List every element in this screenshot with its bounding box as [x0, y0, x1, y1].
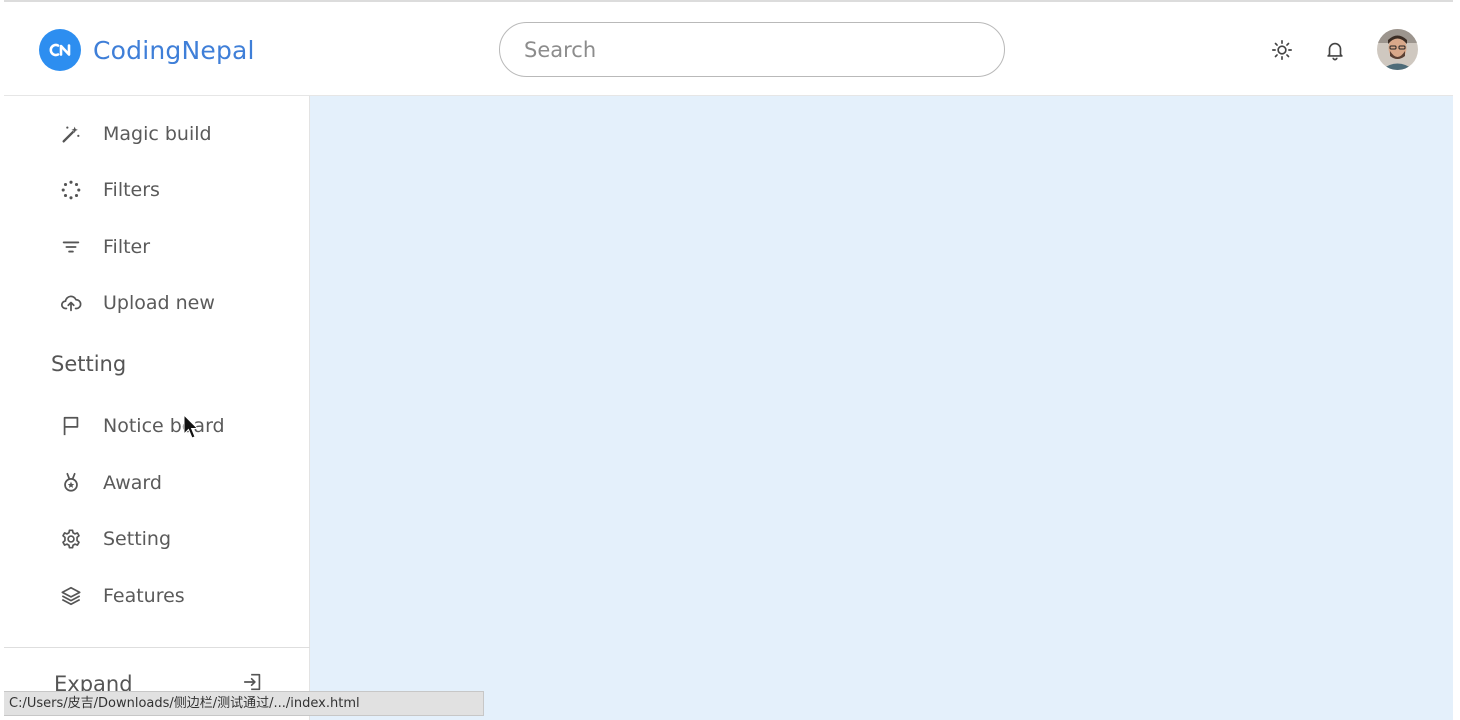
sidebar-item-label: Magic build — [103, 123, 212, 145]
main-content — [310, 96, 1453, 720]
filter-lines-icon — [59, 235, 83, 259]
gear-icon — [59, 527, 83, 551]
sidebar-item-label: Setting — [103, 528, 172, 550]
sidebar-item-label: Award — [103, 472, 162, 494]
sidebar-item-award[interactable]: Award — [59, 463, 289, 503]
layers-icon — [59, 584, 83, 608]
sidebar-item-label: Upload new — [103, 292, 215, 314]
app-window: CodingNepal Search Magic build Filters F… — [4, 0, 1453, 720]
browser-status-url: C:/Users/皮吉/Downloads/侧边栏/测试通过/.../index… — [4, 691, 484, 716]
bell-icon — [1327, 42, 1343, 61]
top-navbar: CodingNepal — [4, 2, 1453, 96]
sidebar-item-label: Filter — [103, 236, 151, 258]
theme-toggle-button[interactable] — [1270, 38, 1294, 62]
cloud-upload-icon — [59, 291, 83, 315]
sidebar: Magic build Filters Filter Upload new Se… — [4, 96, 310, 720]
sidebar-divider — [4, 647, 310, 648]
sidebar-item-setting[interactable]: Setting — [59, 519, 289, 559]
sidebar-item-label: Filters — [103, 179, 160, 201]
search-input[interactable] — [499, 22, 1005, 77]
sun-icon — [1272, 40, 1292, 60]
brand-logo-icon — [39, 29, 81, 71]
flag-icon — [59, 414, 83, 438]
sidebar-item-label: Features — [103, 585, 185, 607]
loader-dots-icon — [59, 178, 83, 202]
medal-icon — [59, 471, 83, 495]
sidebar-item-upload-new[interactable]: Upload new — [59, 283, 289, 323]
sidebar-item-label: Notice board — [103, 415, 225, 437]
sidebar-item-filters[interactable]: Filters — [59, 170, 289, 210]
notifications-button[interactable] — [1323, 38, 1347, 62]
sidebar-section-title: Setting — [51, 352, 127, 376]
sidebar-item-magic-build[interactable]: Magic build — [59, 114, 289, 154]
magic-wand-icon — [59, 122, 83, 146]
sidebar-item-filter[interactable]: Filter — [59, 227, 289, 267]
brand-logo[interactable]: CodingNepal — [39, 29, 255, 71]
user-avatar[interactable] — [1377, 29, 1418, 70]
sidebar-item-notice-board[interactable]: Notice board — [59, 406, 289, 446]
brand-name: CodingNepal — [93, 35, 255, 65]
sidebar-item-features[interactable]: Features — [59, 576, 289, 616]
